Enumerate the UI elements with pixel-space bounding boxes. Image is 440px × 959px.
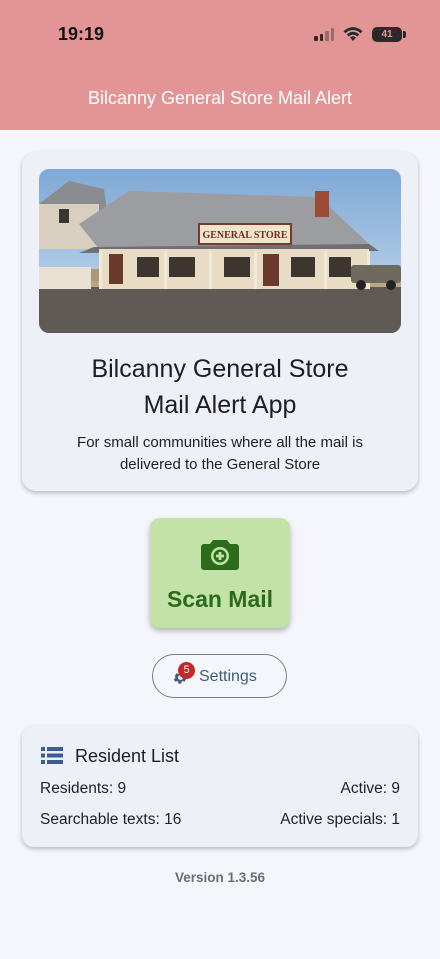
intro-card: GENERAL STORE Bilcanny General Store Mai… (22, 152, 418, 491)
intro-description: For small communities where all the mail… (22, 432, 418, 476)
scan-mail-label: Scan Mail (166, 586, 274, 612)
status-icons: 41 (314, 26, 406, 42)
intro-title: Bilcanny General Store Mail Alert App (22, 351, 418, 423)
notification-badge: 5 (178, 662, 195, 679)
intro-title-line1: Bilcanny General Store (91, 355, 349, 383)
scan-mail-button[interactable]: Scan Mail (150, 518, 290, 628)
active-count: Active: 9 (340, 780, 400, 797)
wifi-icon (343, 27, 363, 41)
intro-description-line1: For small communities where all the mail… (77, 434, 363, 451)
battery-level: 41 (381, 28, 393, 40)
store-sign-text: GENERAL STORE (202, 230, 287, 241)
settings-button[interactable]: 5 Settings (152, 654, 287, 698)
camera-add-icon (201, 540, 239, 570)
intro-description-line2: delivered to the General Store (119, 456, 321, 473)
app-header: 19:19 41 Bilcanny General Store Mail Ale… (0, 0, 440, 130)
battery-icon: 41 (372, 26, 406, 42)
store-photo: GENERAL STORE (39, 169, 401, 333)
app-version: Version 1.3.56 (174, 870, 266, 885)
residents-count: Residents: 9 (40, 780, 127, 797)
status-time: 19:19 (58, 24, 105, 44)
intro-title-line2: Mail Alert App (143, 391, 297, 419)
cellular-signal-icon (314, 27, 334, 41)
searchable-texts-count: Searchable texts: 16 (40, 811, 182, 828)
resident-list-title: Resident List (75, 746, 180, 766)
settings-label: Settings (199, 668, 257, 685)
active-specials-count: Active specials: 1 (280, 811, 400, 828)
list-icon (41, 747, 63, 764)
resident-list-card[interactable]: Resident List Residents: 9 Active: 9 Sea… (22, 726, 418, 847)
page-title: Bilcanny General Store Mail Alert (87, 88, 353, 108)
